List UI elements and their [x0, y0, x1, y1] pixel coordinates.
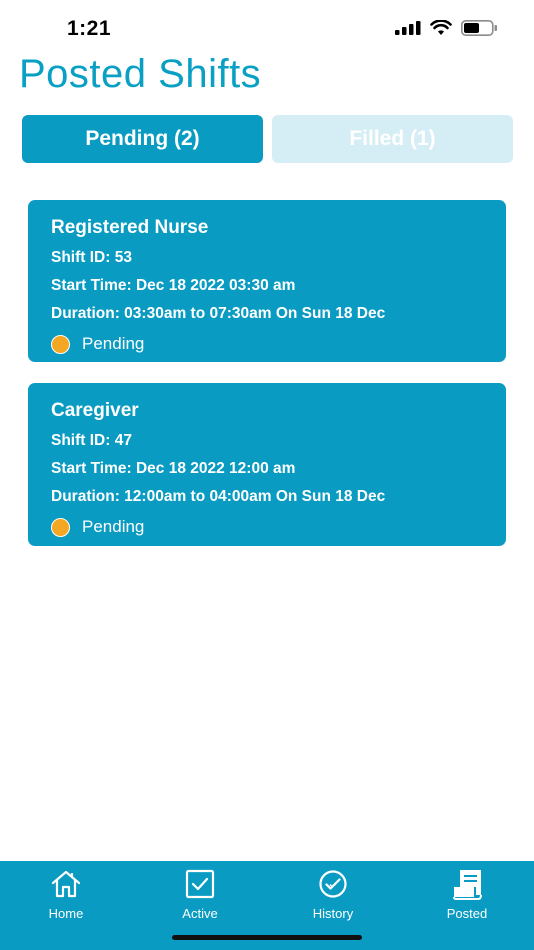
shift-id: Shift ID: 53 [51, 249, 132, 266]
shift-card[interactable]: Registered Nurse Shift ID: 53 Start Time… [28, 200, 506, 362]
shift-title: Caregiver [51, 400, 139, 421]
tab-pending[interactable]: Pending (2) [22, 115, 263, 163]
check-circle-icon [319, 870, 347, 898]
shift-start-time: Start Time: Dec 18 2022 03:30 am [51, 277, 296, 294]
nav-active-label: Active [182, 906, 218, 921]
receipt-icon [453, 870, 482, 900]
shift-title: Registered Nurse [51, 217, 209, 238]
nav-home[interactable]: Home [11, 867, 121, 921]
home-icon [51, 870, 81, 898]
nav-history-label: History [312, 906, 354, 921]
nav-history[interactable]: History [278, 867, 388, 921]
shift-duration: Duration: 12:00am to 04:00am On Sun 18 D… [51, 488, 386, 505]
pending-status-dot-icon [51, 517, 70, 537]
shift-start-time: Start Time: Dec 18 2022 12:00 am [51, 460, 296, 477]
status-icons [395, 20, 498, 36]
nav-posted[interactable]: Posted [412, 867, 522, 921]
page-title: Posted Shifts [19, 52, 262, 96]
nav-posted-label: Posted [446, 906, 488, 921]
pending-status-dot-icon [51, 334, 70, 354]
nav-home-label: Home [48, 906, 84, 921]
home-indicator[interactable] [172, 935, 362, 940]
status-bar: 1:21 [0, 0, 534, 58]
wifi-icon [430, 20, 452, 35]
status-time: 1:21 [67, 17, 112, 40]
nav-active[interactable]: Active [145, 867, 255, 921]
shift-id: Shift ID: 47 [51, 432, 132, 449]
shift-status-label: Pending [82, 517, 145, 536]
tab-filled[interactable]: Filled (1) [272, 115, 513, 163]
battery-icon [461, 20, 497, 36]
checkbox-icon [185, 869, 215, 899]
signal-icon [395, 21, 421, 35]
shift-status: Pending [51, 517, 506, 537]
shift-duration: Duration: 03:30am to 07:30am On Sun 18 D… [51, 305, 386, 322]
shift-status: Pending [51, 334, 506, 354]
shift-card[interactable]: Caregiver Shift ID: 47 Start Time: Dec 1… [28, 383, 506, 546]
shift-status-label: Pending [82, 334, 145, 353]
